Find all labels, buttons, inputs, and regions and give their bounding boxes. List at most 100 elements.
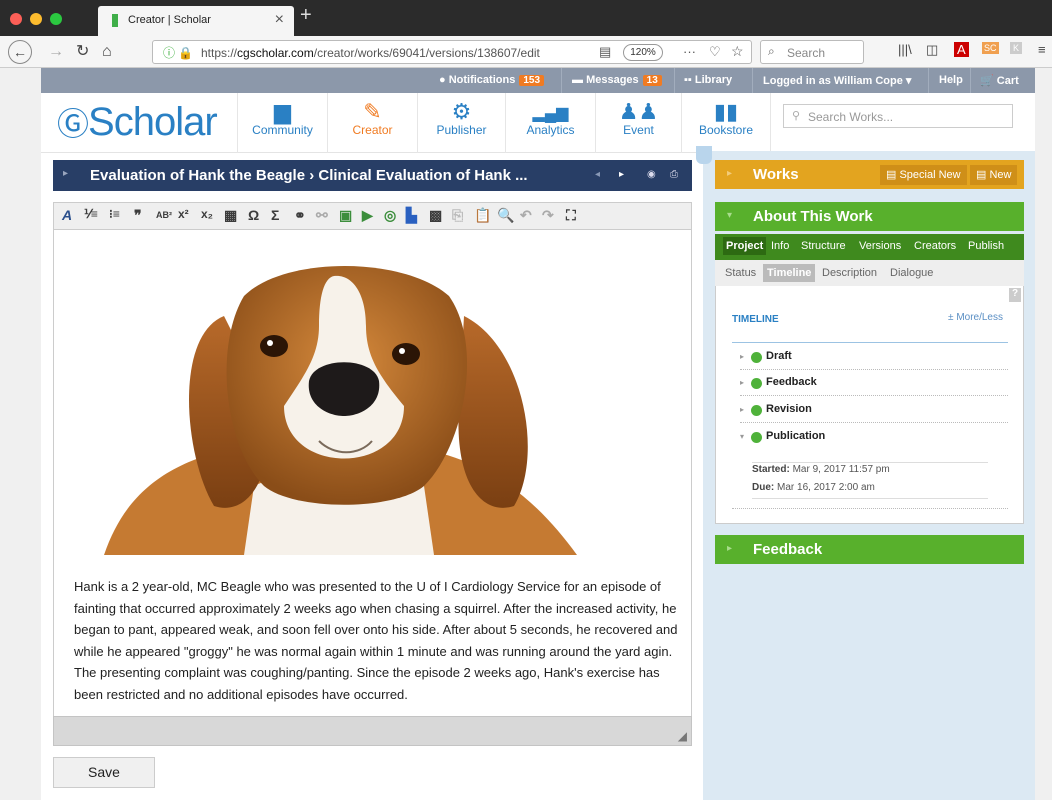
- works-panel-header[interactable]: ▸ Works ▤ Special New ▤ New: [715, 160, 1024, 189]
- nav-bookstore[interactable]: ▮▮ Bookstore: [681, 93, 771, 153]
- timeline-stage-feedback[interactable]: ▸ Feedback: [740, 370, 1008, 396]
- search-works-input[interactable]: ⚲ Search Works...: [783, 104, 1013, 128]
- people-icon: ♟♟: [618, 99, 659, 124]
- close-tab-icon[interactable]: ×: [275, 11, 284, 29]
- timeline-stage-revision[interactable]: ▸ Revision: [740, 397, 1008, 423]
- nav-creator[interactable]: ✎ Creator: [327, 93, 417, 153]
- new-work-button[interactable]: ▤ New: [970, 165, 1018, 185]
- browser-tab[interactable]: Creator | Scholar ×: [98, 6, 294, 36]
- nav-analytics[interactable]: ▂▄▆ Analytics: [505, 93, 595, 153]
- nav-event[interactable]: ♟♟ Event: [595, 93, 681, 153]
- reload-button[interactable]: ↻: [76, 42, 89, 62]
- extension-icon[interactable]: SC: [982, 42, 999, 54]
- minimize-window-button[interactable]: [30, 13, 42, 25]
- link-icon[interactable]: ⚭: [294, 207, 306, 224]
- help-button[interactable]: ?: [1009, 288, 1021, 302]
- pocket-icon[interactable]: ♡: [709, 44, 721, 60]
- unlink-icon[interactable]: ⚯: [316, 207, 328, 224]
- search-icon: ⌕: [768, 44, 775, 58]
- url-bar[interactable]: ⓘ 🔒 https://cgscholar.com/creator/works/…: [152, 40, 752, 64]
- abbreviation-icon[interactable]: AB²: [156, 210, 172, 220]
- expand-arrow-icon[interactable]: ▸: [63, 168, 68, 179]
- pencil-icon: ✎: [363, 99, 382, 124]
- user-menu[interactable]: Logged in as William Cope ▾: [763, 74, 911, 87]
- notifications-badge: 153: [519, 75, 545, 86]
- tab-project[interactable]: Project: [723, 237, 767, 255]
- back-button[interactable]: ←: [8, 40, 32, 64]
- reader-view-icon[interactable]: ▤: [599, 44, 611, 60]
- bookmark-star-icon[interactable]: ☆: [731, 43, 744, 60]
- timeline-stage-draft[interactable]: ▸ Draft: [740, 344, 1008, 370]
- menu-icon[interactable]: ≡: [1038, 42, 1046, 57]
- tab-info[interactable]: Info: [771, 240, 789, 252]
- cart-link[interactable]: 🛒 Cart: [980, 74, 1019, 87]
- publication-due: Due: Mar 16, 2017 2:00 am: [752, 482, 875, 493]
- nav-community[interactable]: ▆ Community: [237, 93, 327, 153]
- editor-status-bar: ◢: [53, 716, 692, 746]
- embed-icon[interactable]: ▩: [429, 207, 442, 224]
- more-actions-icon[interactable]: ···: [683, 44, 696, 59]
- next-section-icon[interactable]: ▸: [619, 169, 624, 180]
- new-tab-button[interactable]: +: [300, 4, 312, 27]
- editor-content[interactable]: Hank is a 2 year-old, MC Beagle who was …: [53, 230, 692, 716]
- special-new-button[interactable]: ▤ Special New: [880, 165, 967, 185]
- preview-eye-icon[interactable]: ◉: [647, 169, 656, 180]
- scroll-handle[interactable]: [696, 146, 712, 164]
- messages-link[interactable]: ▬ Messages 13: [572, 74, 662, 86]
- find-icon[interactable]: 🔍: [497, 207, 514, 224]
- subscript-icon[interactable]: x₂: [201, 207, 213, 221]
- subtab-description[interactable]: Description: [822, 267, 877, 279]
- forward-button[interactable]: →: [48, 42, 64, 62]
- special-character-icon[interactable]: Ω: [248, 207, 259, 223]
- sidebar-icon[interactable]: ◫: [926, 42, 938, 58]
- subtab-timeline[interactable]: Timeline: [763, 264, 816, 282]
- browser-search-field[interactable]: ⌕ Search: [760, 40, 864, 64]
- undo-icon[interactable]: ↶: [520, 207, 532, 224]
- superscript-icon[interactable]: x²: [178, 207, 189, 221]
- text-style-icon[interactable]: A: [62, 207, 72, 223]
- zoom-level[interactable]: 120%: [623, 44, 663, 61]
- bulleted-list-icon[interactable]: ⁝≡: [109, 207, 120, 221]
- maximize-window-button[interactable]: [50, 13, 62, 25]
- scholar-logo[interactable]: ⒼScholar: [57, 99, 218, 145]
- tab-creators[interactable]: Creators: [914, 240, 956, 252]
- fullscreen-icon[interactable]: ⛶: [566, 207, 576, 224]
- library-icon[interactable]: |||\: [898, 42, 912, 57]
- help-link[interactable]: Help: [939, 74, 963, 86]
- body-paragraph[interactable]: Hank is a 2 year-old, MC Beagle who was …: [74, 576, 679, 705]
- pdf-extension-icon[interactable]: A: [954, 42, 969, 57]
- resize-grip-icon[interactable]: ◢: [678, 729, 687, 743]
- insert-media-icon[interactable]: ◎: [384, 207, 396, 224]
- copy-icon[interactable]: ⎘: [452, 207, 463, 224]
- notifications-link[interactable]: ● Notifications 153: [439, 74, 545, 86]
- save-button[interactable]: Save: [53, 757, 155, 788]
- lock-icon[interactable]: ⓘ 🔒: [163, 44, 193, 61]
- close-window-button[interactable]: [10, 13, 22, 25]
- nav-publisher[interactable]: ⚙ Publisher: [417, 93, 505, 153]
- feedback-panel-header[interactable]: ▸ Feedback: [715, 535, 1024, 564]
- beagle-photo[interactable]: [104, 256, 577, 555]
- print-icon[interactable]: ⎙: [670, 169, 678, 180]
- tab-structure[interactable]: Structure: [801, 240, 846, 252]
- table-icon[interactable]: ▦: [224, 207, 237, 224]
- library-link[interactable]: ▪▪ Library: [684, 74, 732, 86]
- numbered-list-icon[interactable]: ⅟≡: [84, 207, 98, 221]
- extension2-icon[interactable]: K: [1010, 42, 1023, 54]
- insert-video-icon[interactable]: ▶: [362, 207, 373, 224]
- redo-icon[interactable]: ↷: [542, 207, 554, 224]
- tab-publish[interactable]: Publish: [968, 240, 1004, 252]
- more-less-link[interactable]: ± More/Less: [948, 312, 1003, 323]
- expand-arrow-icon: ▸: [740, 405, 745, 414]
- insert-image-icon[interactable]: ▣: [339, 207, 352, 224]
- about-panel-header[interactable]: ▾ About This Work: [715, 202, 1024, 231]
- subtab-dialogue[interactable]: Dialogue: [890, 267, 933, 279]
- math-icon[interactable]: Σ: [271, 207, 279, 223]
- insert-file-icon[interactable]: ▙: [406, 207, 417, 224]
- timeline-stage-publication[interactable]: ▾ Publication: [740, 424, 1008, 450]
- tab-versions[interactable]: Versions: [859, 240, 901, 252]
- paste-icon[interactable]: 📋: [474, 207, 491, 224]
- prev-section-icon[interactable]: ◂: [595, 169, 600, 180]
- home-button[interactable]: ⌂: [102, 42, 112, 62]
- subtab-status[interactable]: Status: [725, 267, 756, 279]
- quote-icon[interactable]: ❞: [134, 207, 142, 224]
